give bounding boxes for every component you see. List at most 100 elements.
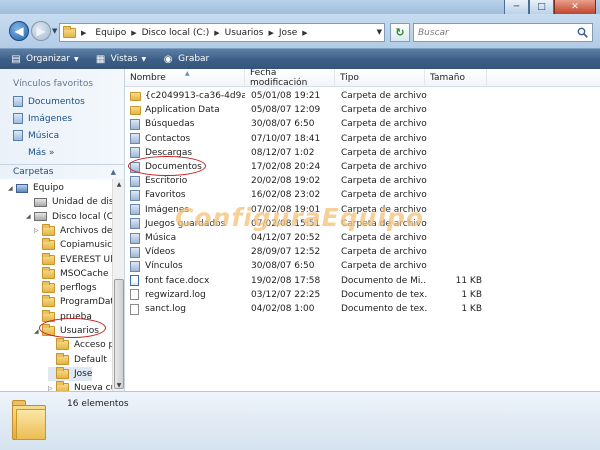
- chevron-right-icon[interactable]: ▶: [214, 29, 219, 37]
- breadcrumb-item[interactable]: Usuarios: [225, 28, 264, 38]
- tree-item[interactable]: EVEREST Ulti: [34, 252, 112, 267]
- file-name-cell: Imágenes: [130, 203, 245, 217]
- chevron-right-icon[interactable]: ▶: [131, 29, 136, 37]
- folder-icon: [63, 25, 76, 38]
- tree-item[interactable]: Jose: [48, 366, 93, 381]
- favorite-pictures[interactable]: Imágenes: [13, 113, 72, 124]
- file-type: Carpeta de archivos: [341, 147, 427, 158]
- tree-item[interactable]: ▷Nueva cue: [48, 381, 112, 391]
- scrollbar-thumb[interactable]: [114, 279, 124, 389]
- file-size: 1 KB: [461, 304, 482, 314]
- tree-scrollbar[interactable]: ▲ ▼: [112, 179, 124, 391]
- tree-item[interactable]: prueba: [34, 309, 92, 324]
- breadcrumb-item[interactable]: Disco local (C:): [142, 28, 210, 38]
- minimize-button[interactable]: ─: [504, 0, 529, 15]
- file-row[interactable]: Vídeos 28/09/07 12:52 Carpeta de archivos: [125, 245, 600, 259]
- column-date-label: Fecha modificación: [250, 69, 308, 88]
- file-row[interactable]: font face.docx 19/02/08 17:58 Documento de…: [125, 274, 600, 288]
- tree-item-label: Acceso púl: [74, 340, 112, 351]
- file-type: Carpeta de archivos: [341, 233, 427, 243]
- column-date[interactable]: Fecha modificación: [245, 69, 335, 88]
- organize-button[interactable]: ▤ Organizar ▼: [10, 53, 78, 65]
- file-row[interactable]: Favoritos 16/02/08 23:02 Carpeta de archiv…: [125, 188, 600, 202]
- tree-item-label: prueba: [60, 311, 92, 322]
- file-row[interactable]: Imágenes 07/02/08 19:01 Carpeta de archivo…: [125, 203, 600, 217]
- folder-icon: [56, 366, 69, 379]
- file-row[interactable]: regwizard.log 03/12/07 22:25 Documento de …: [125, 288, 600, 302]
- file-row[interactable]: Application Data 05/08/07 12:09 Carpeta de…: [125, 103, 600, 117]
- documents-icon: [13, 96, 23, 107]
- file-type: Carpeta de archivos: [341, 190, 427, 201]
- chevron-right-icon[interactable]: ▶: [269, 29, 274, 37]
- tree-item[interactable]: Acceso púl: [48, 338, 112, 352]
- search-input[interactable]: Buscar: [413, 23, 593, 42]
- file-row[interactable]: Escritorio 20/02/08 19:02 Carpeta de archi…: [125, 174, 600, 188]
- forward-button[interactable]: ▶: [31, 21, 51, 41]
- tree-item[interactable]: Unidad de disc: [26, 195, 112, 209]
- file-name: Búsquedas: [145, 119, 195, 130]
- tree-item[interactable]: perflogs: [34, 281, 97, 295]
- tree-item-label: EVEREST Ulti: [60, 254, 112, 265]
- expand-toggle-icon[interactable]: ◢: [34, 328, 42, 335]
- expand-toggle-icon[interactable]: ◢: [26, 213, 34, 220]
- file-row[interactable]: Búsquedas 30/08/07 6:50 Carpeta de archivo…: [125, 117, 600, 131]
- file-row[interactable]: {c2049913-ca36-4d9a-... 05/01/08 19:21 Car…: [125, 89, 600, 103]
- column-size[interactable]: Tamaño: [425, 69, 487, 87]
- tree-item-label: perflogs: [60, 283, 97, 294]
- file-date: 07/02/08 19:01: [251, 204, 321, 215]
- tree-item[interactable]: Default: [48, 352, 107, 367]
- navigation-pane: Vínculos favoritos Documentos Imágenes M…: [0, 69, 125, 391]
- tree-item[interactable]: Copiamusica: [34, 238, 112, 252]
- file-row[interactable]: Descargas 08/12/07 1:02 Carpeta de archivo…: [125, 146, 600, 160]
- chevron-right-icon[interactable]: ▶: [81, 29, 86, 37]
- maximize-button[interactable]: □: [529, 0, 554, 15]
- file-name: sanct.log: [145, 304, 186, 314]
- item-count: 16 elementos: [67, 399, 129, 409]
- address-dropdown-icon[interactable]: ▼: [377, 28, 382, 36]
- tree-item[interactable]: ◢ Disco local (C:: [26, 210, 112, 224]
- tree-item[interactable]: ◢ Equipo: [8, 181, 64, 195]
- column-name-label: Nombre: [130, 73, 166, 83]
- computer-icon: [16, 183, 28, 193]
- double-chevron-icon: »: [48, 148, 55, 158]
- burn-button[interactable]: ◉ Grabar: [162, 53, 210, 65]
- file-row[interactable]: sanct.log 04/02/08 1:00 Documento de tex..…: [125, 302, 600, 316]
- file-row[interactable]: Documentos 17/02/08 20:24 Carpeta de archi…: [125, 160, 600, 174]
- tree-item[interactable]: MSOCache: [34, 266, 109, 281]
- tree-item[interactable]: ▷ Archivos de p: [34, 223, 112, 238]
- chevron-right-icon[interactable]: ▶: [302, 29, 307, 37]
- file-name-cell: Documentos: [130, 160, 245, 174]
- column-name[interactable]: Nombre: [125, 69, 245, 87]
- recent-pages-dropdown[interactable]: ▼: [52, 27, 57, 35]
- tree-item[interactable]: ProgramData: [34, 295, 112, 309]
- more-label: Más: [28, 148, 46, 158]
- file-row[interactable]: Vínculos 30/08/07 6:50 Carpeta de archivos: [125, 259, 600, 273]
- expand-toggle-icon[interactable]: ▷: [34, 227, 42, 234]
- address-bar[interactable]: ▶ Equipo ▶ Disco local (C:) ▶ Usuarios ▶ Jose ▶…: [59, 23, 385, 42]
- breadcrumb-item[interactable]: Equipo: [95, 28, 126, 38]
- file-size: [428, 103, 482, 117]
- file-size: [428, 160, 482, 174]
- views-button[interactable]: ▦ Vistas ▼: [95, 53, 146, 65]
- favorite-music[interactable]: Música: [13, 130, 59, 141]
- favorite-documents[interactable]: Documentos: [13, 96, 85, 107]
- more-links[interactable]: Más »: [28, 148, 54, 158]
- file-date: 20/02/08 19:02: [251, 176, 321, 187]
- favorite-label: Imágenes: [28, 113, 73, 124]
- expand-toggle-icon[interactable]: ◢: [8, 185, 16, 192]
- folders-header[interactable]: Carpetas ▲: [0, 164, 124, 179]
- file-row[interactable]: Contactos 07/10/07 18:41 Carpeta de archiv…: [125, 132, 600, 146]
- file-row[interactable]: Música 04/12/07 20:52 Carpeta de archivos: [125, 231, 600, 245]
- refresh-button[interactable]: ↻: [390, 23, 410, 42]
- file-row[interactable]: Juegos guardados 07/02/08 15:51 Carpeta de…: [125, 217, 600, 231]
- breadcrumb-item[interactable]: Jose: [279, 28, 297, 38]
- folder-icon: [42, 238, 55, 251]
- column-type[interactable]: Tipo: [335, 69, 425, 87]
- scroll-down-button[interactable]: ▼: [113, 380, 125, 391]
- tree-item[interactable]: ◢ Usuarios: [34, 324, 99, 338]
- back-button[interactable]: ◀: [9, 21, 29, 41]
- file-size: [428, 89, 482, 103]
- search-icon[interactable]: [577, 27, 588, 38]
- close-button[interactable]: ✕: [554, 0, 596, 15]
- scroll-up-button[interactable]: ▲: [113, 179, 125, 190]
